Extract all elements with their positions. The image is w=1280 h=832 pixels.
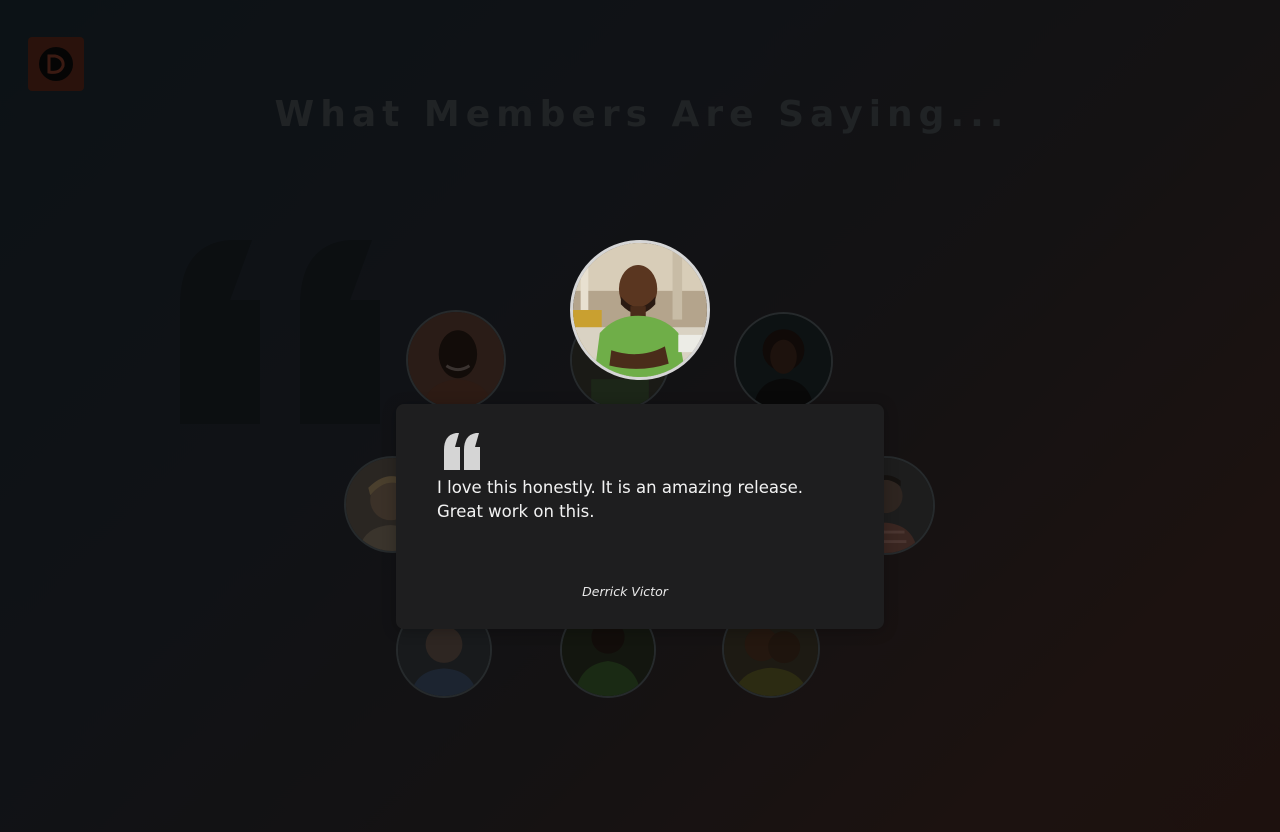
featured-member-avatar[interactable] [570, 240, 710, 380]
member-avatar[interactable] [406, 310, 506, 410]
quote-mark-icon [180, 240, 380, 424]
testimonial-author: Derrick Victor [582, 584, 668, 599]
brand-logo[interactable] [28, 37, 84, 91]
member-avatar[interactable] [734, 312, 833, 411]
page-title: What Members Are Saying... [274, 94, 1010, 135]
testimonial-card: I love this honestly. It is an amazing r… [396, 404, 884, 629]
brand-logo-icon [39, 47, 73, 81]
quote-mark-icon [444, 433, 480, 470]
testimonial-quote: I love this honestly. It is an amazing r… [437, 478, 803, 521]
